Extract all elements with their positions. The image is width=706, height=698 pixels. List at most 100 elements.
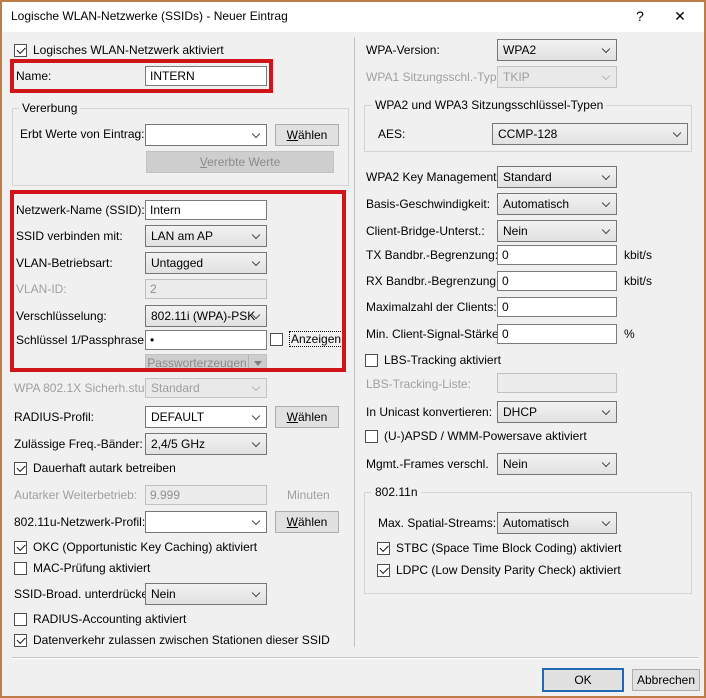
wpa2-key-mgmt-combo[interactable]: Standard <box>497 166 617 188</box>
autonomous-checkbox[interactable]: Dauerhaft autark betreiben <box>14 460 176 476</box>
checkbox-box[interactable] <box>377 542 390 555</box>
chevron-down-icon <box>252 258 260 266</box>
inheritance-group-title: Vererbung <box>19 101 80 115</box>
inherit-choose-button[interactable]: Wählen <box>275 124 339 146</box>
inherit-from-label: Erbt Werte von Eintrag: <box>20 125 145 143</box>
generate-password-button: Passwort erzeugen <box>145 354 267 372</box>
stbc-checkbox[interactable]: STBC (Space Time Block Coding) aktiviert <box>377 540 621 556</box>
ldpc-checkbox[interactable]: LDPC (Low Density Parity Check) aktivier… <box>377 562 621 578</box>
enable-network-checkbox[interactable]: Logisches WLAN-Netzwerk aktiviert <box>14 42 224 58</box>
combo-value: Automatisch <box>503 516 569 530</box>
combo-value: Untagged <box>151 256 203 270</box>
min-signal-label: Min. Client-Signal-Stärke: <box>366 325 502 343</box>
close-icon[interactable]: ✕ <box>662 2 698 31</box>
wpa-level-combo: Standard <box>145 378 267 398</box>
max-clients-input[interactable]: 0 <box>497 297 617 317</box>
combo-value: 2,4/5 GHz <box>151 437 205 451</box>
max-clients-label: Maximalzahl der Clients: <box>366 298 497 316</box>
checkbox-box[interactable] <box>377 564 390 577</box>
passphrase-label: Schlüssel 1/Passphrase: <box>16 331 147 349</box>
chevron-down-icon <box>602 45 610 53</box>
ok-button[interactable]: OK <box>542 668 624 692</box>
name-input[interactable]: INTERN <box>145 66 267 86</box>
checkbox-box[interactable] <box>365 354 378 367</box>
interstation-traffic-checkbox[interactable]: Datenverkehr zulassen zwischen Stationen… <box>14 632 330 648</box>
wpa-version-combo[interactable]: WPA2 <box>497 39 617 61</box>
inherit-from-combo[interactable] <box>145 124 267 146</box>
unicast-label: In Unicast konvertieren: <box>366 403 492 421</box>
combo-value: Standard <box>503 170 552 184</box>
checkbox-box[interactable] <box>14 44 27 57</box>
checkbox-label: LDPC (Low Density Parity Check) aktivier… <box>396 563 621 577</box>
combo-value: CCMP-128 <box>498 127 557 141</box>
rx-limit-input[interactable]: 0 <box>497 271 617 291</box>
radius-profile-label: RADIUS-Profil: <box>14 408 94 426</box>
combo-value: DHCP <box>503 405 537 419</box>
ssid-broadcast-label: SSID-Broad. unterdrücken: <box>14 585 158 603</box>
freq-bands-combo[interactable]: 2,4/5 GHz <box>145 433 267 455</box>
radius-choose-button[interactable]: Wählen <box>275 406 339 428</box>
vlan-mode-combo[interactable]: Untagged <box>145 252 267 274</box>
network-profile-combo[interactable] <box>145 511 267 533</box>
column-divider <box>354 37 355 647</box>
vlan-mode-label: VLAN-Betriebsart: <box>16 254 113 272</box>
basis-speed-combo[interactable]: Automatisch <box>497 193 617 215</box>
network-profile-label: 802.11u-Netzwerk-Profil: <box>14 513 145 531</box>
chevron-down-icon <box>673 129 681 137</box>
encryption-combo[interactable]: 802.11i (WPA)-PSK <box>145 305 267 327</box>
help-icon[interactable]: ? <box>622 2 658 31</box>
checkbox-label: MAC-Prüfung aktiviert <box>33 561 150 575</box>
tx-limit-input[interactable]: 0 <box>497 245 617 265</box>
chevron-down-icon <box>602 72 610 80</box>
combo-value: DEFAULT <box>151 410 204 424</box>
ssid-connect-label: SSID verbinden mit: <box>16 227 123 245</box>
ssid-connect-combo[interactable]: LAN am AP <box>145 225 267 247</box>
checkbox-label: Datenverkehr zulassen zwischen Stationen… <box>33 633 330 647</box>
radius-profile-combo[interactable]: DEFAULT <box>145 406 267 428</box>
vlan-id-input: 2 <box>145 279 267 299</box>
okc-checkbox[interactable]: OKC (Opportunistic Key Caching) aktivier… <box>14 539 257 555</box>
lbs-tracking-checkbox[interactable]: LBS-Tracking aktiviert <box>365 352 501 368</box>
autonomous-time-unit: Minuten <box>287 486 330 504</box>
lbs-list-label: LBS-Tracking-Liste: <box>366 375 471 393</box>
checkbox-box[interactable] <box>14 634 27 647</box>
checkbox-box[interactable] <box>14 613 27 626</box>
checkbox-box[interactable] <box>14 562 27 575</box>
client-bridge-combo[interactable]: Nein <box>497 220 617 242</box>
network-profile-choose-button[interactable]: Wählen <box>275 511 339 533</box>
spatial-streams-combo[interactable]: Automatisch <box>497 512 617 534</box>
mgmt-frames-label: Mgmt.-Frames verschl. <box>366 455 489 473</box>
chevron-down-icon <box>602 459 610 467</box>
checkbox-label: STBC (Space Time Block Coding) aktiviert <box>396 541 621 555</box>
chevron-down-icon <box>602 407 610 415</box>
min-signal-input[interactable]: 0 <box>497 324 617 344</box>
vlan-id-label: VLAN-ID: <box>16 280 67 298</box>
ssid-broadcast-combo[interactable]: Nein <box>145 583 267 605</box>
chevron-down-icon <box>602 518 610 526</box>
show-passphrase-checkbox[interactable]: Anzeigen <box>270 331 343 347</box>
checkbox-label: (U-)APSD / WMM-Powersave aktiviert <box>384 429 587 443</box>
titlebar: Logische WLAN-Netzwerke (SSIDs) - Neuer … <box>2 2 704 32</box>
passphrase-input[interactable]: • <box>145 330 267 350</box>
radius-accounting-checkbox[interactable]: RADIUS-Accounting aktiviert <box>14 611 186 627</box>
aes-combo[interactable]: CCMP-128 <box>492 123 688 145</box>
unicast-combo[interactable]: DHCP <box>497 401 617 423</box>
wpa1-key-type-combo: TKIP <box>497 66 617 88</box>
checkbox-box[interactable] <box>14 462 27 475</box>
checkbox-box[interactable] <box>14 541 27 554</box>
cancel-button[interactable]: Abbrechen <box>632 669 700 691</box>
aes-label: AES: <box>378 125 405 143</box>
checkbox-box[interactable] <box>365 430 378 443</box>
mgmt-frames-combo[interactable]: Nein <box>497 453 617 475</box>
wpa2-key-mgmt-label: WPA2 Key Management: <box>366 168 500 186</box>
checkbox-box[interactable] <box>270 333 283 346</box>
chevron-down-icon <box>602 172 610 180</box>
apsd-checkbox[interactable]: (U-)APSD / WMM-Powersave aktiviert <box>365 428 587 444</box>
combo-value: Nein <box>151 587 176 601</box>
combo-value: WPA2 <box>503 43 536 57</box>
ssid-label: Netzwerk-Name (SSID): <box>16 201 145 219</box>
chevron-down-icon <box>602 226 610 234</box>
session-keys-group-title: WPA2 und WPA3 Sitzungsschlüssel-Typen <box>372 98 606 112</box>
ssid-input[interactable]: Intern <box>145 200 267 220</box>
mac-check-checkbox[interactable]: MAC-Prüfung aktiviert <box>14 560 150 576</box>
